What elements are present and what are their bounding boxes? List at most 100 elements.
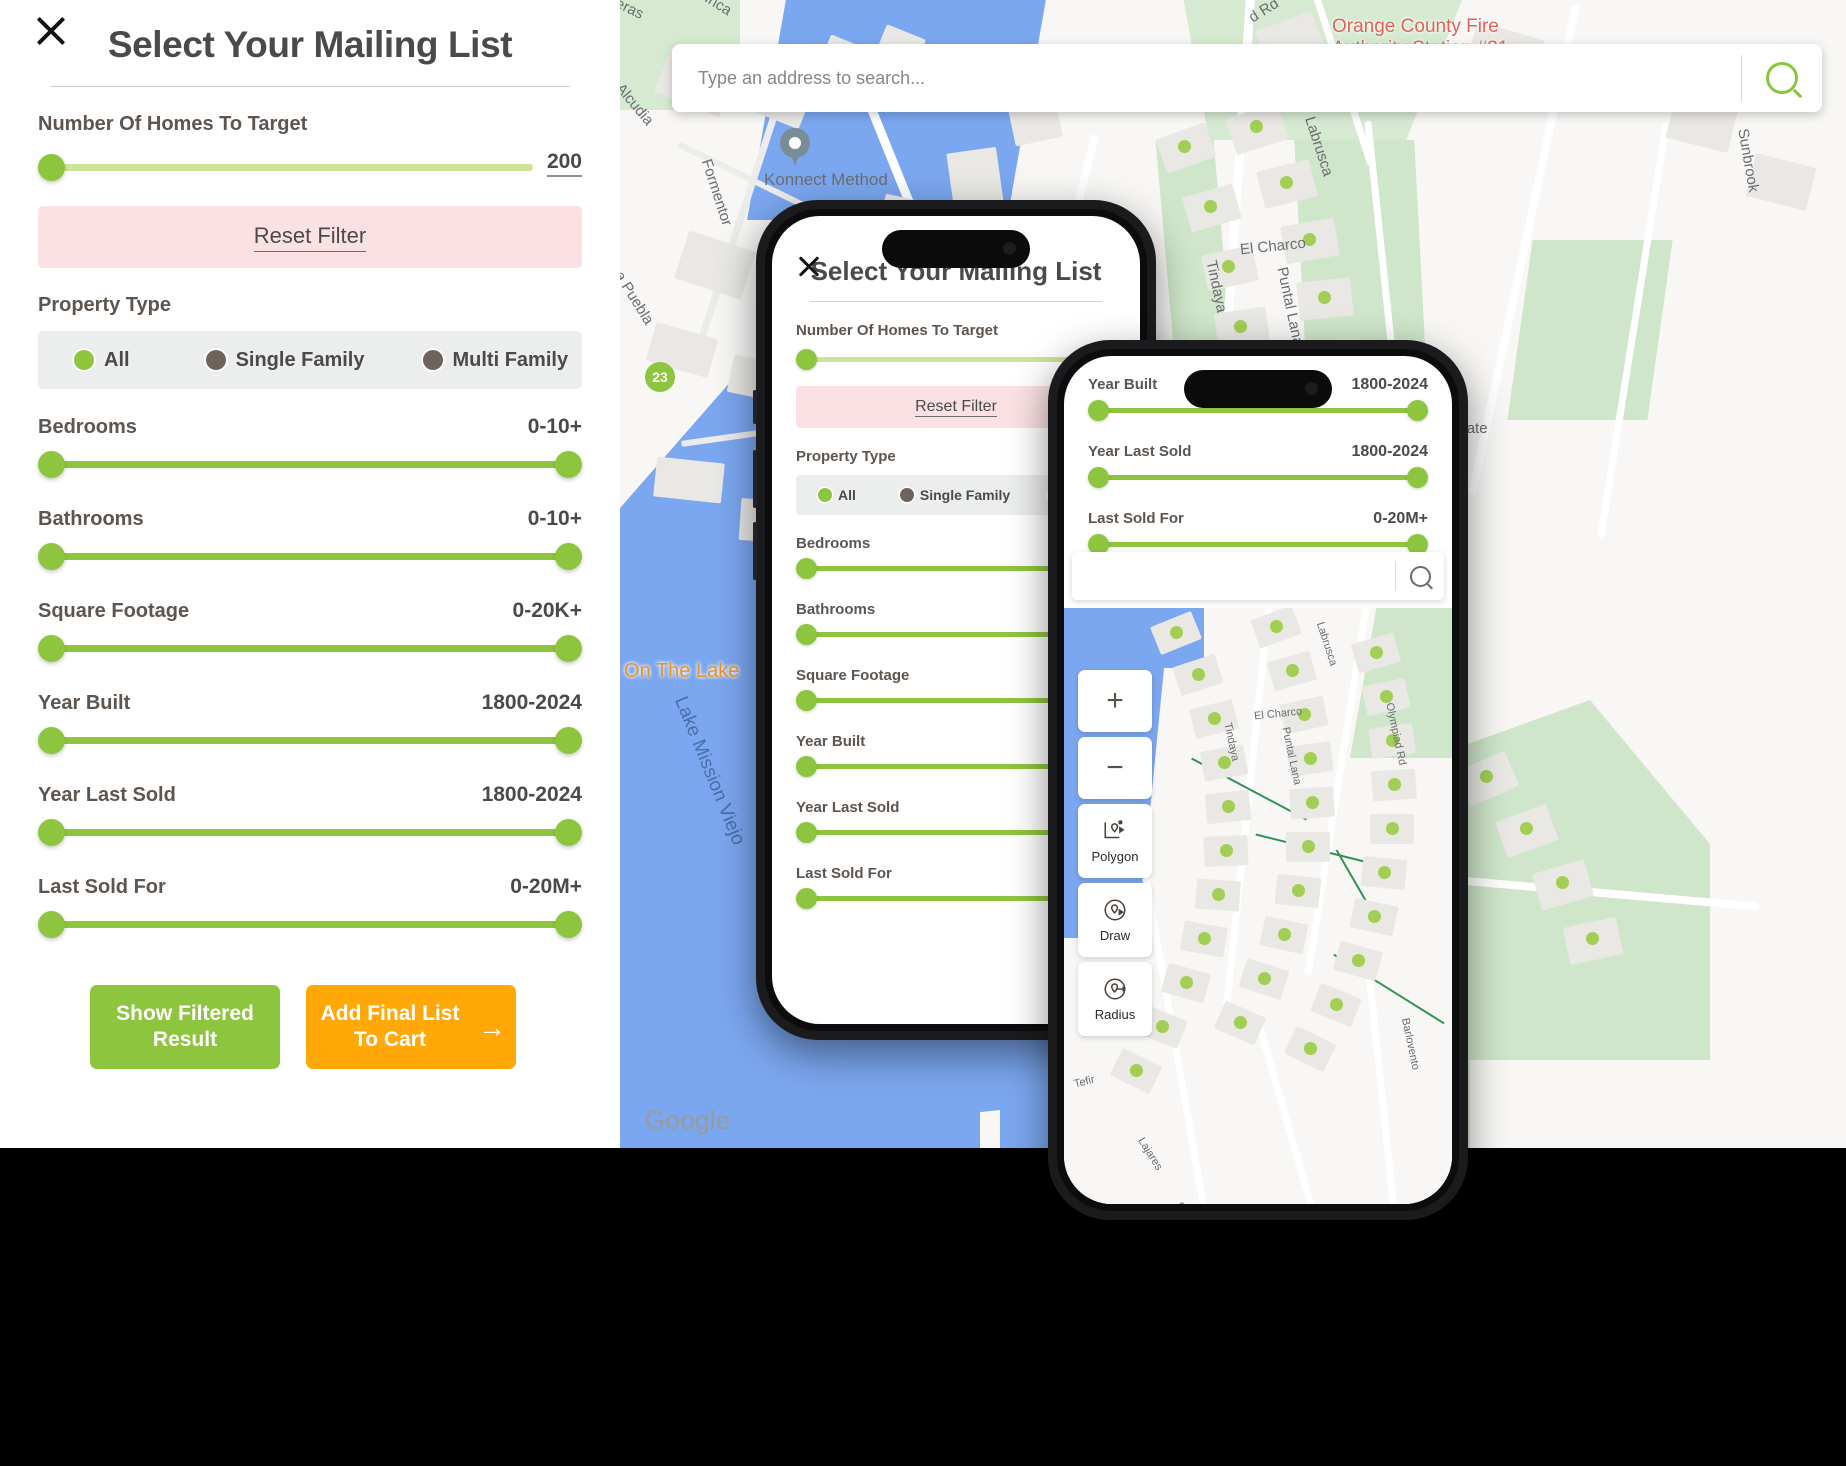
range-filter-year-built: Year Built 1800-2024 (38, 691, 582, 757)
add-cart-label: Add Final List To Cart (320, 1001, 460, 1051)
filter-label: Bedrooms (38, 416, 137, 438)
slider-knob-max[interactable] (555, 543, 582, 570)
radius-icon (1104, 978, 1126, 1000)
property-option-label: Multi Family (452, 348, 569, 371)
range-slider[interactable] (1088, 466, 1428, 490)
screenshot-root: Porreras Inca Campos Alcudia Petra Forme… (0, 0, 1846, 1466)
map-label-konnect: Konnect Method (764, 170, 888, 189)
slider-knob-min[interactable] (38, 727, 65, 754)
slider-knob-min[interactable] (38, 635, 65, 662)
slider-knob-max[interactable] (555, 635, 582, 662)
slider-knob-min[interactable] (38, 154, 65, 181)
property-option-label: All (104, 348, 130, 371)
slider-knob-max[interactable] (555, 911, 582, 938)
phone-map-canvas[interactable]: Labrusca El Charco Tindaya Puntal Lana O… (1064, 608, 1452, 1204)
slider-knob-max[interactable] (1407, 400, 1428, 421)
slider-knob-min[interactable] (38, 543, 65, 570)
filter-label: Last Sold For (1088, 510, 1184, 527)
range-slider[interactable] (38, 539, 582, 573)
filter-label: Year Built (1088, 376, 1158, 393)
range-filter-bathrooms: Bathrooms 0-10+ (38, 507, 582, 573)
reset-filter-label: Reset Filter (915, 397, 997, 417)
property-type-group[interactable]: All Single Family Multi Family (38, 331, 582, 389)
slider-knob-min[interactable] (1088, 467, 1109, 488)
range-slider[interactable] (38, 815, 582, 849)
radio-icon-all (818, 488, 832, 502)
slider-knob-min[interactable] (38, 819, 65, 846)
slider-knob-min[interactable] (796, 822, 817, 843)
property-type-option-all[interactable]: All (812, 487, 862, 503)
radio-icon-all (74, 350, 94, 370)
slider-knob-min[interactable] (1088, 400, 1109, 421)
slider-knob-max[interactable] (555, 727, 582, 754)
filter-value: 0-10+ (527, 507, 582, 530)
homes-target-value: 200 (546, 150, 582, 177)
map-road (1364, 958, 1411, 1204)
map-tools-panel: + − Polygon Draw Radius (1078, 670, 1152, 1041)
homes-target-slider[interactable] (38, 150, 533, 184)
slider-knob-min[interactable] (796, 756, 817, 777)
polygon-tool-button[interactable]: Polygon (1078, 804, 1152, 878)
slider-knob-min[interactable] (796, 690, 817, 711)
search-input[interactable] (1072, 568, 1395, 584)
range-filter-last-sold-for: Last Sold For 0-20M+ (1088, 510, 1428, 557)
address-search-bar[interactable] (672, 44, 1822, 112)
zoom-out-button[interactable]: − (1078, 737, 1152, 799)
map-pin-konnect[interactable] (780, 128, 810, 168)
map-label: Labrusca (1313, 620, 1340, 668)
range-filter-bedrooms: Bedrooms 0-10+ (38, 415, 582, 481)
filter-label: Year Last Sold (38, 784, 176, 806)
slider-knob-min[interactable] (38, 451, 65, 478)
search-icon (1766, 62, 1798, 94)
range-filter-year-last-sold: Year Last Sold 1800-2024 (38, 783, 582, 849)
range-slider[interactable] (38, 907, 582, 941)
map-label: Barlovento (1398, 1017, 1422, 1071)
filter-value: 1800-2024 (1351, 443, 1428, 460)
homes-target-label: Number Of Homes To Target (38, 113, 308, 135)
slider-knob-min[interactable] (796, 888, 817, 909)
slider-knob-max[interactable] (555, 819, 582, 846)
slider-knob-max[interactable] (555, 451, 582, 478)
slider-knob-min[interactable] (796, 624, 817, 645)
radio-icon-single-family (205, 350, 226, 370)
property-type-option-single-family[interactable]: Single Family (894, 487, 1016, 503)
filter-label: Year Built (38, 692, 131, 714)
radius-tool-button[interactable]: Radius (1078, 962, 1152, 1036)
range-slider[interactable] (38, 723, 582, 757)
homes-target-slider[interactable] (796, 348, 1080, 372)
reset-filter-button[interactable]: Reset Filter (38, 206, 582, 268)
property-type-option-all[interactable]: All (66, 349, 138, 372)
property-type-option-single-family[interactable]: Single Family (198, 349, 373, 372)
slider-knob-min[interactable] (796, 349, 817, 370)
slider-knob-min[interactable] (796, 558, 817, 579)
filter-label: Bathrooms (38, 508, 144, 530)
property-type-option-multi-family[interactable]: Multi Family (415, 349, 577, 372)
reset-filter-label: Reset Filter (253, 223, 367, 252)
filter-label: Square Footage (38, 600, 190, 622)
zoom-in-button[interactable]: + (1078, 670, 1152, 732)
property-option-label: All (838, 487, 856, 503)
map-label-fire-1: Orange County Fire (1332, 16, 1499, 37)
plus-icon: + (1106, 684, 1124, 717)
slider-knob-max[interactable] (1407, 467, 1428, 488)
draw-tool-button[interactable]: Draw (1078, 883, 1152, 957)
mailing-list-filter-panel: Select Your Mailing List Number Of Homes… (0, 0, 620, 1148)
search-button[interactable] (1396, 565, 1444, 587)
homes-target-label: Number Of Homes To Target (796, 322, 998, 339)
show-filtered-result-button[interactable]: Show Filtered Result (90, 985, 280, 1069)
add-final-list-to-cart-button[interactable]: Add Final List To Cart → (306, 985, 516, 1069)
close-icon[interactable] (28, 8, 74, 54)
search-icon (1409, 565, 1431, 587)
search-input[interactable] (672, 67, 1741, 89)
tool-label: Polygon (1091, 849, 1139, 864)
filter-value: 1800-2024 (481, 691, 582, 714)
phone-search-bar[interactable] (1072, 552, 1444, 600)
range-slider[interactable] (38, 631, 582, 665)
search-button[interactable] (1742, 44, 1822, 112)
map-cluster-marker[interactable]: 23 (645, 362, 675, 392)
range-slider[interactable] (38, 447, 582, 481)
range-filter-square-footage: Square Footage 0-20K+ (38, 599, 582, 665)
close-icon[interactable] (794, 252, 824, 282)
slider-knob-min[interactable] (38, 911, 65, 938)
range-filter-year-last-sold: Year Last Sold 1800-2024 (1088, 443, 1428, 490)
